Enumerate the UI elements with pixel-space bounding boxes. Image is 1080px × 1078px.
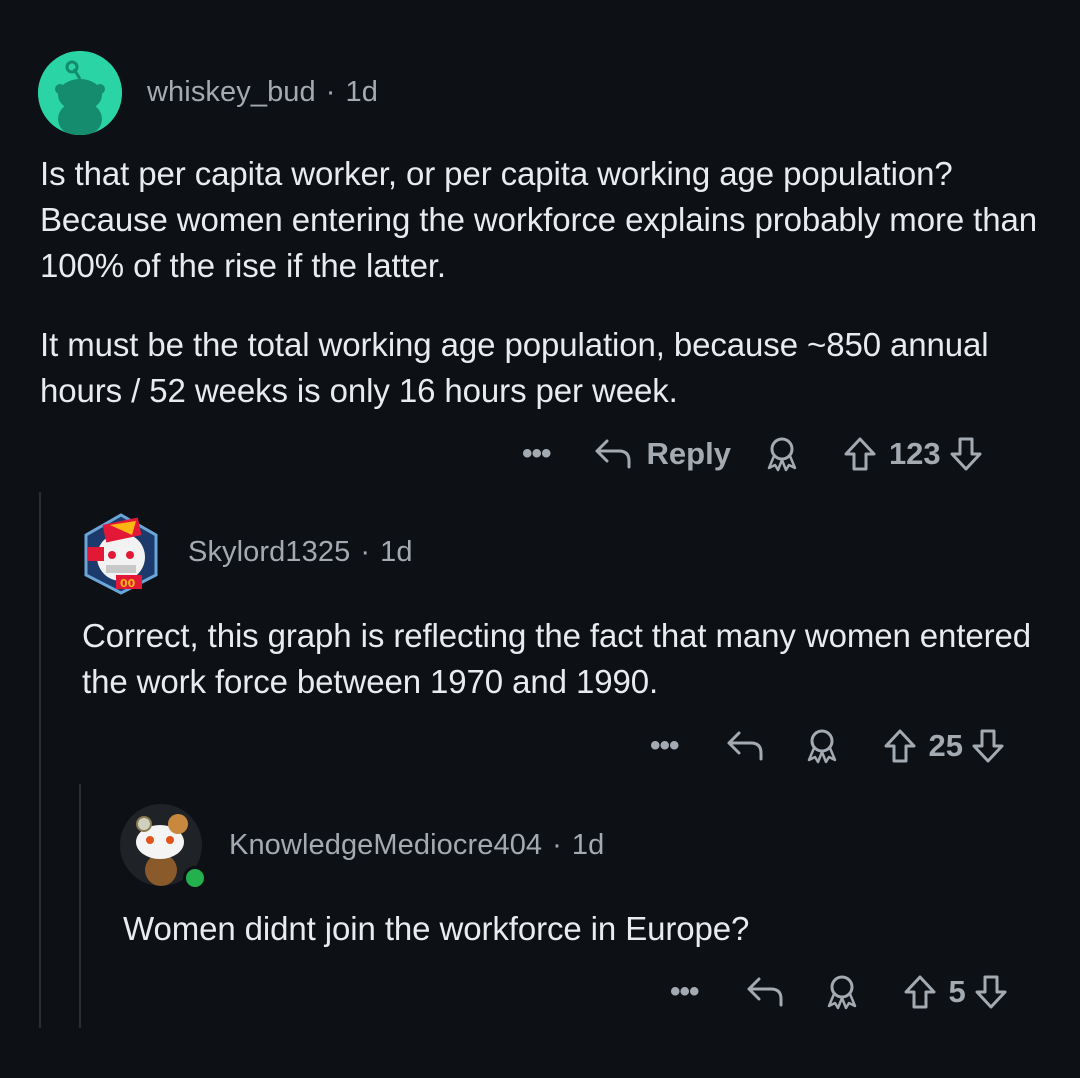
vote-count: 25 [928,728,963,763]
reply-arrow-icon [747,977,783,1007]
downvote-button[interactable] [974,974,1008,1010]
upvote-button[interactable] [903,974,937,1010]
meta-separator: · [325,76,336,108]
svg-text:00: 00 [120,577,136,590]
snoo-avatar-icon [38,51,122,135]
avatar[interactable] [38,51,122,135]
more-icon: ••• [522,437,551,470]
reply-button[interactable] [725,729,765,763]
comment-meta: whiskey_bud · 1d [147,76,378,109]
downvote-icon [975,975,1007,1009]
more-options-button[interactable]: ••• [522,437,551,470]
avatar[interactable]: 00 [80,513,162,595]
comment-age: 1d [571,829,605,861]
more-icon: ••• [670,975,699,1008]
downvote-icon [950,437,982,471]
more-icon: ••• [650,729,679,762]
downvote-button[interactable] [971,728,1005,764]
more-options-button[interactable]: ••• [670,975,699,1008]
upvote-button[interactable] [883,728,917,764]
upvote-icon [904,975,936,1009]
more-options-button[interactable]: ••• [650,729,679,762]
meta-separator: · [552,829,562,861]
comment-meta: Skylord1325 · 1d [188,536,413,569]
comment-actions: ••• 25 [650,726,1005,766]
username[interactable]: Skylord1325 [188,536,350,568]
award-icon [827,975,856,1010]
thread-line-level-2[interactable] [79,784,81,1028]
award-button[interactable] [825,974,859,1010]
comment-age: 1d [345,76,378,108]
reply-label: Reply [646,436,731,471]
vote-count: 123 [888,436,941,471]
comment-paragraph: Is that per capita worker, or per capita… [40,155,1037,284]
chiefs-helmet-avatar-icon: 00 [84,513,158,595]
vote-count: 5 [948,974,966,1009]
comment-actions: ••• Reply 123 [522,434,983,474]
comment-meta: KnowledgeMediocre404 · 1d [229,829,604,862]
reply-arrow-icon [595,439,631,469]
comment-paragraph: Correct, this graph is reflecting the fa… [82,617,1032,700]
reply-arrow-icon [727,731,763,761]
award-icon [767,437,797,472]
upvote-icon [884,729,916,763]
downvote-icon [972,729,1004,763]
comment-paragraph: It must be the total working age populat… [40,326,989,409]
reply-button[interactable] [745,975,785,1009]
meta-separator: · [360,536,371,568]
downvote-button[interactable] [949,436,983,472]
username[interactable]: KnowledgeMediocre404 [229,829,542,861]
award-icon [807,729,836,764]
username[interactable]: whiskey_bud [147,76,316,108]
comment-paragraph: Women didnt join the workforce in Europe… [123,910,750,947]
thread-line-level-1[interactable] [39,492,41,1028]
upvote-button[interactable] [843,436,877,472]
award-button[interactable] [765,436,799,472]
reply-button[interactable]: Reply [593,436,731,472]
award-button[interactable] [805,728,839,764]
comment-actions: ••• 5 [670,972,1008,1012]
online-indicator [183,866,207,890]
comment-age: 1d [380,536,413,568]
upvote-icon [844,437,876,471]
